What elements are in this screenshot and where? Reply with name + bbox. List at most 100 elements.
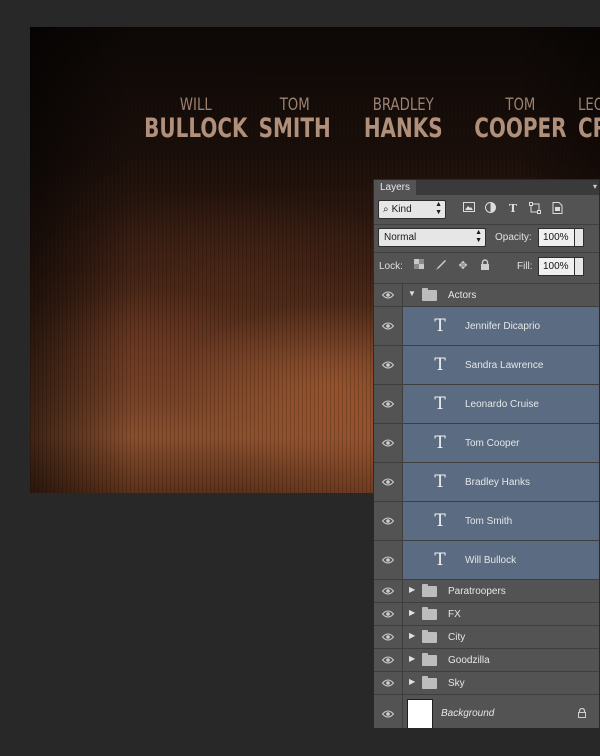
- opacity-field[interactable]: 100%: [538, 228, 575, 247]
- filter-kind-label: Kind: [391, 204, 412, 215]
- eye-icon: [382, 633, 394, 641]
- eye-icon: [382, 556, 394, 564]
- opacity-label: Opacity:: [495, 232, 532, 243]
- adjustment-filter-icon[interactable]: [483, 202, 497, 216]
- lock-transparency-icon[interactable]: [412, 259, 426, 273]
- shape-filter-icon[interactable]: [528, 202, 542, 216]
- panel-tab-bar: Layers ▾: [374, 180, 599, 195]
- eye-icon: [382, 439, 394, 447]
- collapse-triangle-icon[interactable]: ▼: [408, 289, 416, 298]
- lock-icon: [578, 708, 586, 718]
- filter-kind-select[interactable]: ⌕ Kind ▲ ▼: [378, 200, 446, 219]
- layer-name: City: [448, 631, 466, 643]
- filter-row: ⌕ Kind ▲ ▼ T: [378, 200, 599, 220]
- eye-icon: [382, 679, 394, 687]
- visibility-toggle[interactable]: [374, 284, 403, 306]
- layer-thumbnail: [407, 699, 433, 728]
- type-filter-icon[interactable]: T: [506, 202, 520, 216]
- eye-icon: [382, 361, 394, 369]
- layer-name: Will Bullock: [465, 554, 517, 566]
- eye-icon: [382, 610, 394, 618]
- image-filter-icon[interactable]: [462, 202, 476, 216]
- layer-text[interactable]: T Tom Cooper: [374, 423, 599, 462]
- layer-group-goodzilla[interactable]: ▶ Goodzilla: [374, 648, 599, 671]
- eye-icon: [382, 291, 394, 299]
- type-layer-icon: T: [434, 433, 446, 453]
- lock-row: Lock: ✥ Fill: 100%: [378, 257, 599, 277]
- layer-text[interactable]: T Jennifer Dicaprio: [374, 306, 599, 345]
- layer-group-sky[interactable]: ▶ Sky: [374, 671, 599, 694]
- visibility-toggle[interactable]: [374, 580, 403, 602]
- visibility-toggle[interactable]: [374, 626, 403, 648]
- layer-group-actors[interactable]: ▼ Actors: [374, 283, 599, 306]
- layer-name: Actors: [448, 289, 477, 301]
- fill-label: Fill:: [517, 261, 533, 272]
- layer-name: Tom Cooper: [465, 437, 520, 449]
- eye-icon: [382, 322, 394, 330]
- eye-icon: [382, 656, 394, 664]
- credit-last-name: BULLOCK: [144, 113, 248, 144]
- layer-name: Bradley Hanks: [465, 476, 531, 488]
- expand-triangle-icon[interactable]: ▶: [409, 585, 415, 594]
- visibility-toggle[interactable]: [374, 649, 403, 671]
- layer-list: ▼ Actors T Jennifer Dicaprio T Sandra La…: [374, 283, 599, 728]
- visibility-toggle[interactable]: [374, 695, 403, 728]
- credit-first-name: WILL: [179, 95, 212, 115]
- layer-name: Background: [441, 708, 495, 719]
- visibility-toggle[interactable]: [374, 307, 403, 345]
- lock-all-icon[interactable]: [478, 259, 492, 273]
- type-layer-icon: T: [434, 394, 446, 414]
- folder-icon: [422, 676, 437, 689]
- type-layer-icon: T: [434, 355, 446, 375]
- layer-text[interactable]: T Sandra Lawrence: [374, 345, 599, 384]
- blend-mode-select[interactable]: Normal ▲ ▼: [378, 228, 486, 247]
- visibility-toggle[interactable]: [374, 463, 403, 501]
- type-layer-icon: T: [434, 511, 446, 531]
- layer-name: Sandra Lawrence: [465, 359, 544, 371]
- panel-menu-icon[interactable]: ▾: [593, 182, 597, 191]
- layer-group-city[interactable]: ▶ City: [374, 625, 599, 648]
- fill-dropdown[interactable]: [574, 257, 584, 276]
- visibility-toggle[interactable]: [374, 346, 403, 384]
- visibility-toggle[interactable]: [374, 603, 403, 625]
- visibility-toggle[interactable]: [374, 385, 403, 423]
- credit-leo-cru: LEO CRU: [578, 95, 600, 143]
- layer-name: Jennifer Dicaprio: [465, 320, 541, 332]
- credit-first-name: LEO: [578, 95, 600, 115]
- eye-icon: [382, 517, 394, 525]
- credit-first-name: TOM: [505, 95, 536, 115]
- eye-icon: [382, 400, 394, 408]
- smart-object-filter-icon[interactable]: [550, 202, 564, 216]
- lock-position-icon[interactable]: ✥: [456, 259, 470, 273]
- visibility-toggle[interactable]: [374, 541, 403, 579]
- layer-group-paratroopers[interactable]: ▶ Paratroopers: [374, 579, 599, 602]
- lock-image-pixels-icon[interactable]: [434, 259, 448, 273]
- layer-text[interactable]: T Bradley Hanks: [374, 462, 599, 501]
- expand-triangle-icon[interactable]: ▶: [409, 677, 415, 686]
- search-icon: ⌕: [383, 204, 389, 215]
- credit-first-name: BRADLEY: [372, 95, 434, 115]
- visibility-toggle[interactable]: [374, 672, 403, 694]
- visibility-toggle[interactable]: [374, 502, 403, 540]
- visibility-toggle[interactable]: [374, 424, 403, 462]
- credit-bradley-hanks: BRADLEY HANKS: [350, 95, 456, 143]
- layer-text[interactable]: T Tom Smith: [374, 501, 599, 540]
- tab-layers[interactable]: Layers: [374, 180, 416, 195]
- folder-icon: [422, 288, 437, 301]
- opacity-dropdown[interactable]: [574, 228, 584, 247]
- type-layer-icon: T: [434, 550, 446, 570]
- eye-icon: [382, 478, 394, 486]
- select-arrows-icon: ▲ ▼: [435, 201, 442, 216]
- fill-field[interactable]: 100%: [538, 257, 575, 276]
- eye-icon: [382, 710, 394, 717]
- credit-last-name: SMITH: [258, 113, 331, 144]
- expand-triangle-icon[interactable]: ▶: [409, 654, 415, 663]
- credit-last-name: COOPER: [474, 113, 567, 144]
- expand-triangle-icon[interactable]: ▶: [409, 608, 415, 617]
- blend-row: Normal ▲ ▼ Opacity: 100%: [378, 228, 599, 248]
- layer-text[interactable]: T Leonardo Cruise: [374, 384, 599, 423]
- layer-text[interactable]: T Will Bullock: [374, 540, 599, 579]
- layer-group-fx[interactable]: ▶ FX: [374, 602, 599, 625]
- layer-background[interactable]: Background: [374, 694, 599, 728]
- expand-triangle-icon[interactable]: ▶: [409, 631, 415, 640]
